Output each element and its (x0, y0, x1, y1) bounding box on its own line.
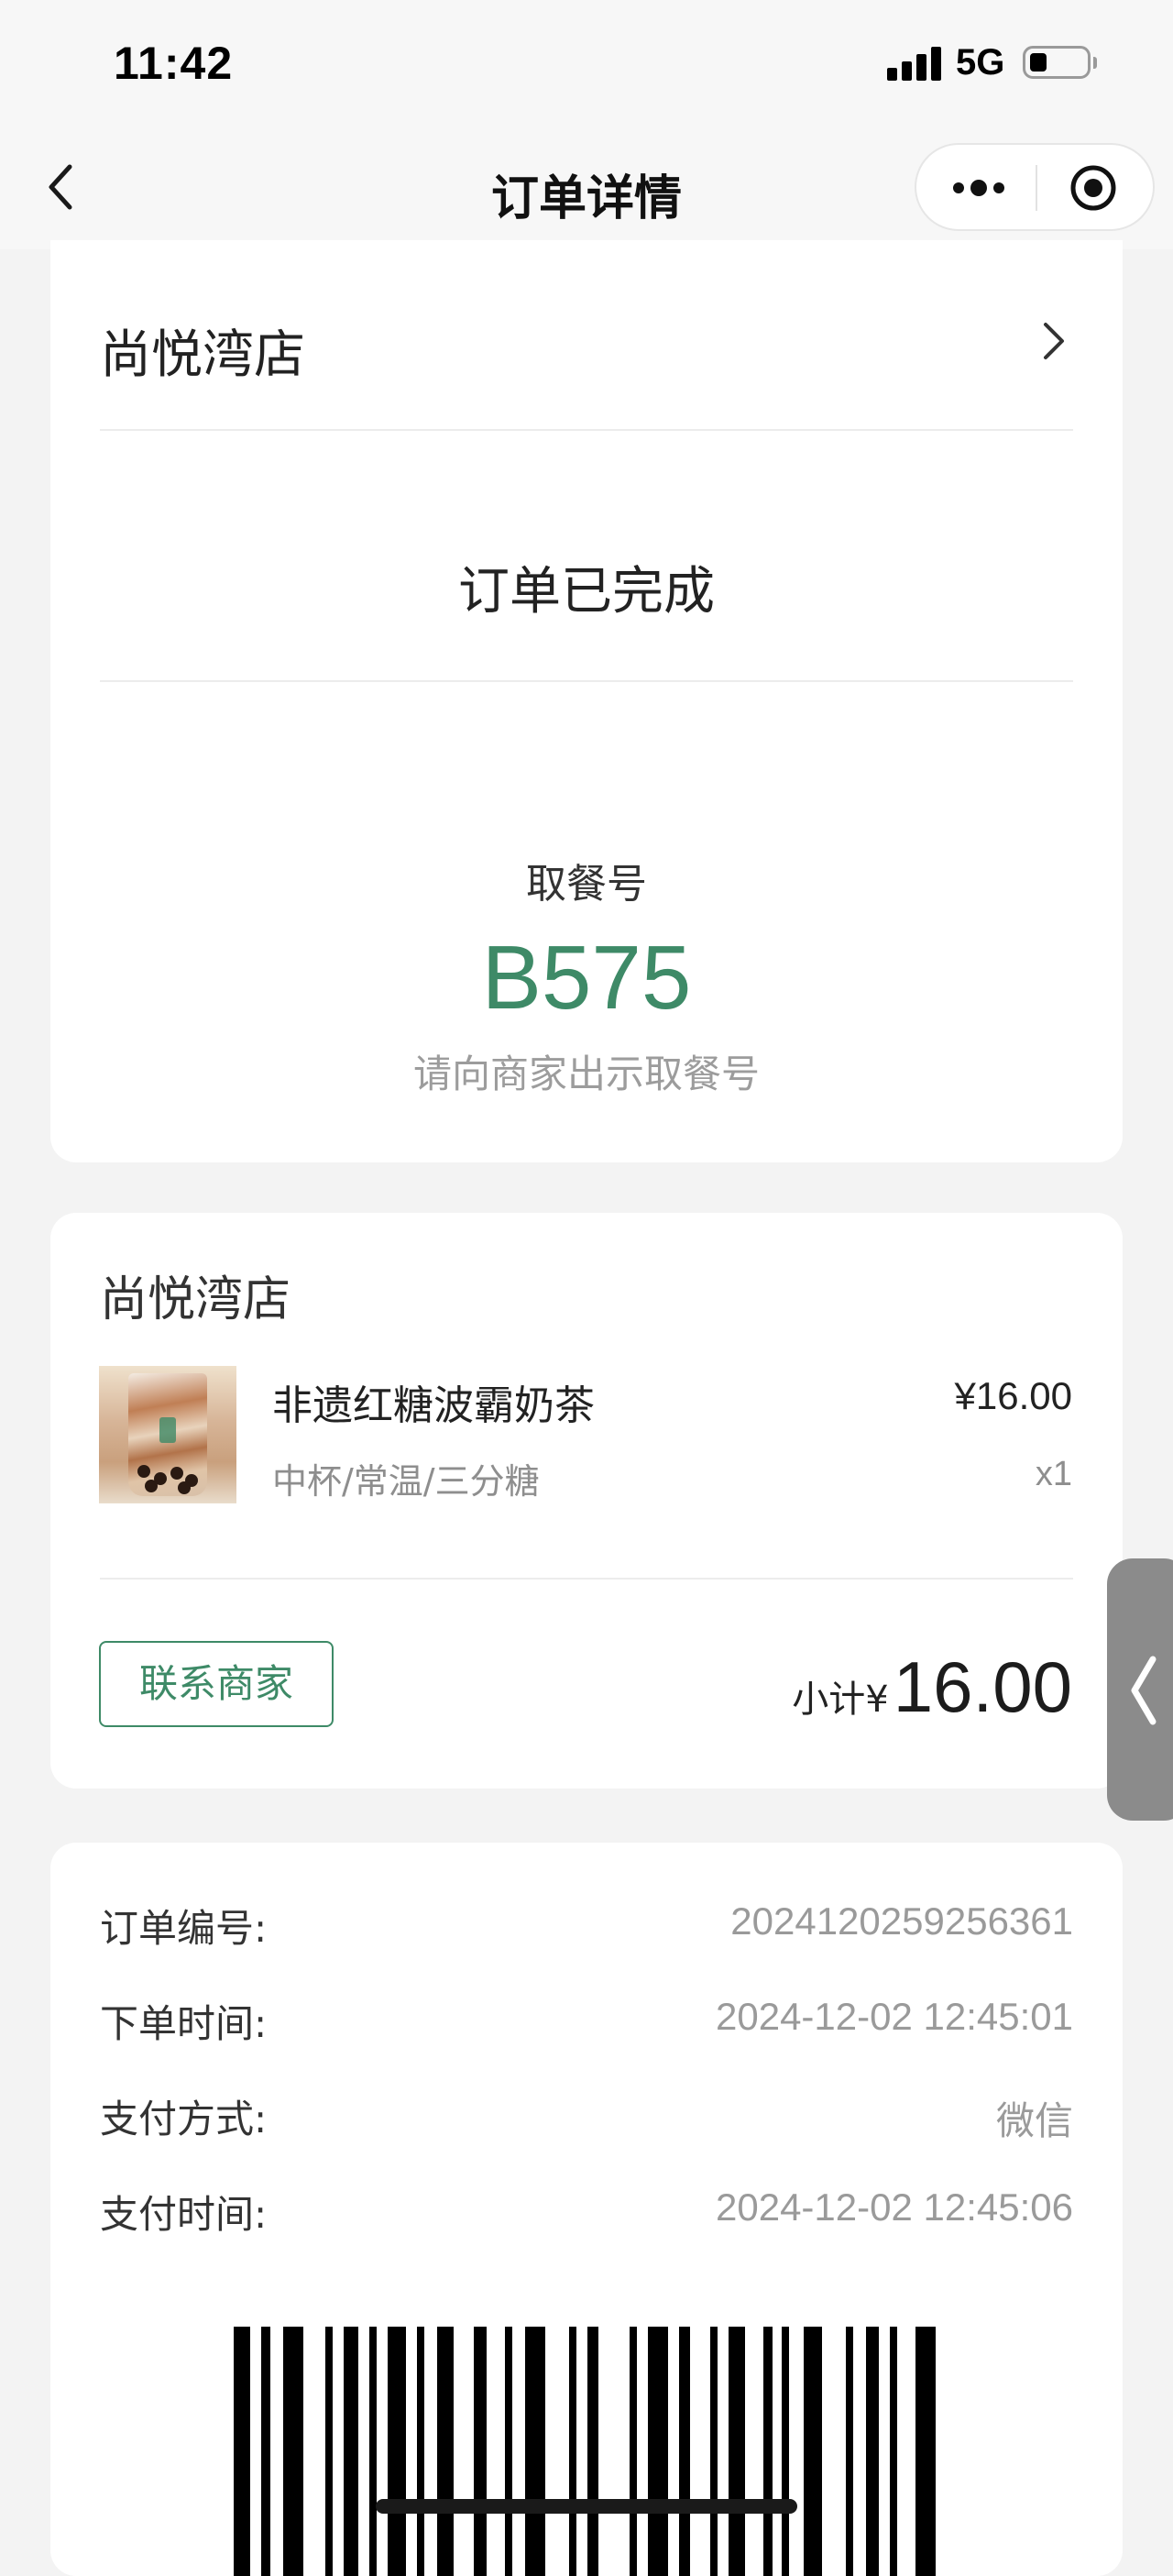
home-indicator (376, 2499, 797, 2514)
contact-merchant-button[interactable]: 联系商家 (99, 1641, 334, 1727)
store-name-link[interactable]: 尚悦湾店 (100, 314, 305, 388)
divider (100, 680, 1073, 682)
boba-pearl (137, 1465, 150, 1478)
payment-method-row: 支付方式: 微信 (100, 2088, 1073, 2143)
order-status-card: 尚悦湾店 订单已完成 取餐号 B575 请向商家出示取餐号 (50, 240, 1123, 1162)
mini-program-capsule (915, 143, 1155, 231)
pickup-hint: 请向商家出示取餐号 (412, 1051, 760, 1096)
product-options: 中杯/常温/三分糖 (272, 1461, 540, 1502)
battery-tip (1093, 57, 1097, 69)
status-bar: 11:42 5G (0, 0, 1173, 128)
order-barcode (234, 2327, 936, 2576)
target-circle-icon[interactable] (1069, 163, 1118, 213)
boba-pearl (145, 1480, 158, 1492)
pickup-number: B575 (481, 927, 692, 1028)
order-items-card: 尚悦湾店 非遗红糖波霸奶茶 中杯/常温/三分糖 ¥16.00 x1 联系商家 小… (50, 1213, 1123, 1789)
product-image (99, 1366, 236, 1503)
boba-pearl (178, 1481, 191, 1494)
items-store-name: 尚悦湾店 (100, 1272, 291, 1327)
order-status-text: 订单已完成 (458, 562, 715, 622)
order-time-label: 下单时间: (100, 2001, 268, 2046)
divider (100, 1578, 1073, 1580)
product-price: ¥16.00 (954, 1374, 1072, 1417)
order-number-label: 订单编号: (100, 1906, 268, 1951)
chevron-left-icon[interactable] (42, 160, 88, 215)
chevron-left-icon (1131, 1656, 1157, 1725)
order-time-row: 下单时间: 2024-12-02 12:45:01 (100, 1993, 1073, 2048)
product-name: 非遗红糖波霸奶茶 (272, 1382, 595, 1429)
product-quantity: x1 (1035, 1455, 1072, 1493)
order-info-card: 订单编号: 2024120259256361 下单时间: 2024-12-02 … (50, 1843, 1123, 2576)
signal-icon (887, 44, 946, 81)
order-number-value: 2024120259256361 (730, 1899, 1073, 1943)
payment-time-value: 2024-12-02 12:45:06 (716, 2185, 1073, 2229)
payment-time-row: 支付时间: 2024-12-02 12:45:06 (100, 2184, 1073, 2239)
subtotal-label: 小计¥ (792, 1679, 889, 1721)
chevron-right-icon[interactable] (1038, 319, 1068, 363)
capsule-divider (1036, 165, 1037, 211)
divider (100, 429, 1073, 431)
network-type: 5G (956, 42, 1005, 83)
nav-bar: 订单详情 (0, 128, 1173, 249)
subtotal-value: 16.00 (893, 1646, 1072, 1727)
milk-tea-cup (128, 1373, 207, 1496)
brand-logo-icon (159, 1417, 176, 1443)
payment-method-value: 微信 (995, 2099, 1073, 2142)
battery-icon (1023, 46, 1091, 79)
boba-pearl (170, 1467, 183, 1480)
payment-method-label: 支付方式: (100, 2097, 268, 2141)
subtotal: 小计¥ 16.00 (792, 1646, 1072, 1729)
pickup-label: 取餐号 (526, 861, 647, 908)
payment-time-label: 支付时间: (100, 2192, 268, 2237)
status-time: 11:42 (114, 38, 234, 89)
side-drawer-handle[interactable] (1107, 1558, 1173, 1821)
more-dots-icon[interactable] (951, 172, 1006, 204)
order-time-value: 2024-12-02 12:45:01 (716, 1995, 1073, 2038)
order-number-row: 订单编号: 2024120259256361 (100, 1898, 1073, 1953)
